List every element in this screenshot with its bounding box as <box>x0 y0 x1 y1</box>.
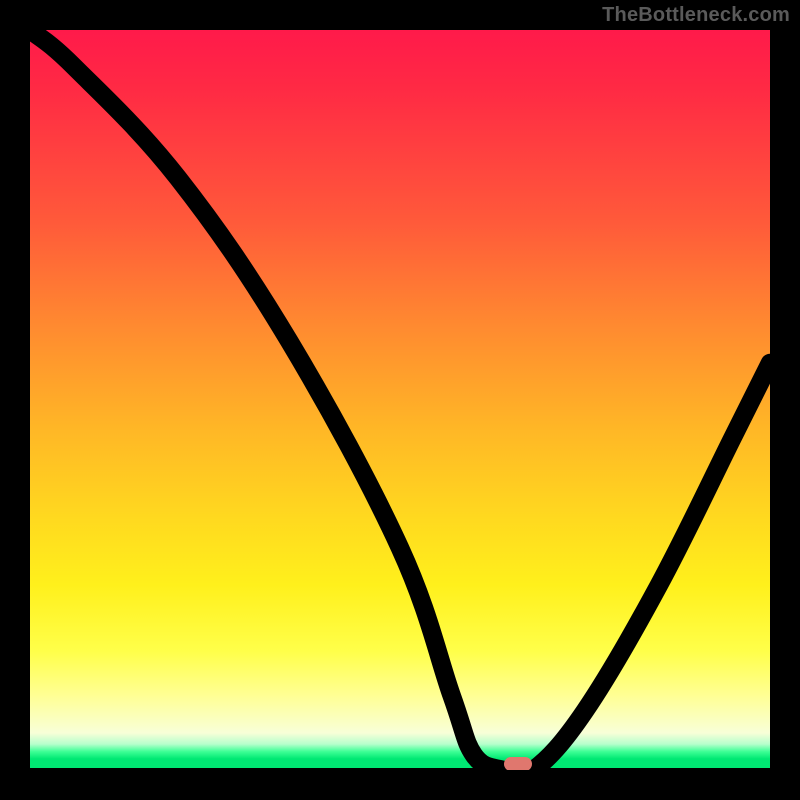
plot-area <box>30 30 770 770</box>
chart-frame: TheBottleneck.com <box>0 0 800 800</box>
watermark-text: TheBottleneck.com <box>602 4 790 27</box>
x-axis-baseline <box>30 768 770 770</box>
curve-svg <box>30 30 770 770</box>
bottleneck-curve <box>30 30 770 770</box>
optimal-point-marker <box>504 757 532 770</box>
